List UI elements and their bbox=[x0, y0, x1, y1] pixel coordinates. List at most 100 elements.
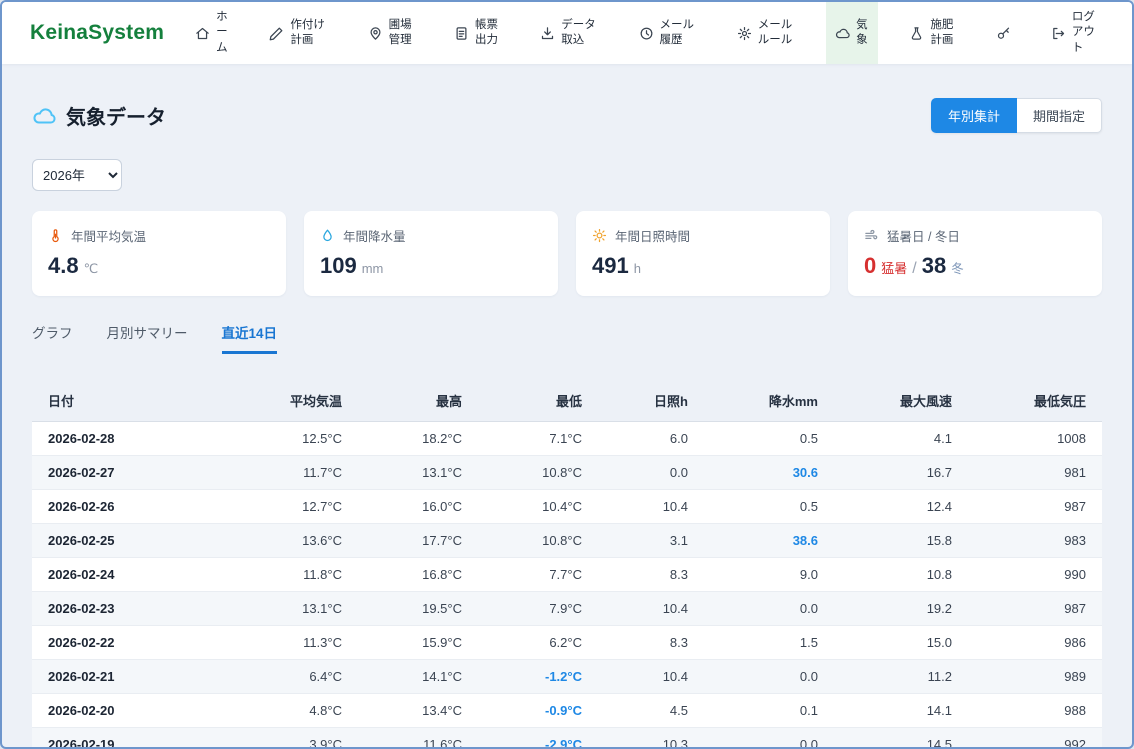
table-row: 2026-02-2612.7°C16.0°C10.4°C10.40.512.49… bbox=[32, 490, 1102, 524]
toggle-yearly-summary[interactable]: 年別集計 bbox=[931, 98, 1017, 133]
nav-item-label: データ取込 bbox=[561, 18, 598, 48]
column-header: 最高 bbox=[342, 385, 462, 422]
import-icon bbox=[540, 26, 555, 41]
cell-sun: 3.1 bbox=[582, 524, 688, 558]
gear-icon bbox=[737, 26, 752, 41]
nav-item-planting-plan[interactable]: 作付け計画 bbox=[260, 2, 336, 64]
cell-sun: 8.3 bbox=[582, 626, 688, 660]
cell-date: 2026-02-27 bbox=[32, 456, 222, 490]
cell-date: 2026-02-26 bbox=[32, 490, 222, 524]
cell-wind: 14.1 bbox=[818, 694, 952, 728]
page-header: 気象データ 年別集計 期間指定 bbox=[32, 64, 1102, 133]
column-header: 降水mm bbox=[688, 385, 818, 422]
stat-card-hot-cold-days: 猛暑日 / 冬日 0 猛暑 / 38 冬 bbox=[848, 211, 1102, 296]
nav-item-logout[interactable]: ログアウト bbox=[1042, 2, 1106, 64]
cell-sun: 4.5 bbox=[582, 694, 688, 728]
nav-item-mail-rules[interactable]: メールルール bbox=[728, 2, 804, 64]
separator: / bbox=[912, 260, 916, 278]
nav-item-label: 気象 bbox=[856, 18, 869, 48]
table-header-row: 日付平均気温最高最低日照h降水mm最大風速最低気圧 bbox=[32, 385, 1102, 422]
cell-min: 10.4°C bbox=[462, 490, 582, 524]
weather-cloud-icon bbox=[32, 104, 56, 128]
cell-sun: 10.4 bbox=[582, 490, 688, 524]
view-toggle: 年別集計 期間指定 bbox=[931, 98, 1102, 133]
cell-max: 11.6°C bbox=[342, 728, 462, 749]
nav-item-label: 施肥計画 bbox=[930, 18, 955, 48]
nav-item-report-output[interactable]: 帳票出力 bbox=[445, 2, 509, 64]
thermometer-icon bbox=[48, 228, 63, 243]
cell-max: 17.7°C bbox=[342, 524, 462, 558]
main-nav: ホーム 作付け計画 圃場管理 帳票出力 データ取込 メール履歴 bbox=[186, 2, 1106, 64]
stat-unit: h bbox=[634, 261, 641, 276]
cell-date: 2026-02-22 bbox=[32, 626, 222, 660]
document-icon bbox=[454, 26, 469, 41]
cell-pressure: 989 bbox=[952, 660, 1102, 694]
tab-recent-14-days[interactable]: 直近14日 bbox=[222, 322, 278, 354]
cell-min: 7.1°C bbox=[462, 422, 582, 456]
cell-sun: 0.0 bbox=[582, 456, 688, 490]
cell-avg: 12.7°C bbox=[222, 490, 342, 524]
cell-avg: 11.8°C bbox=[222, 558, 342, 592]
nav-item-label: メールルール bbox=[758, 18, 795, 48]
table-row: 2026-02-2812.5°C18.2°C7.1°C6.00.54.11008 bbox=[32, 422, 1102, 456]
cell-sun: 8.3 bbox=[582, 558, 688, 592]
nav-item-field-management[interactable]: 圃場管理 bbox=[359, 2, 423, 64]
table-row: 2026-02-2411.8°C16.8°C7.7°C8.39.010.8990 bbox=[32, 558, 1102, 592]
weather-table-body: 2026-02-2812.5°C18.2°C7.1°C6.00.54.11008… bbox=[32, 422, 1102, 749]
cell-avg: 13.6°C bbox=[222, 524, 342, 558]
nav-item-mail-history[interactable]: メール履歴 bbox=[630, 2, 706, 64]
year-select[interactable]: 2026年 bbox=[32, 159, 122, 191]
table-row: 2026-02-2211.3°C15.9°C6.2°C8.31.515.0986 bbox=[32, 626, 1102, 660]
cell-date: 2026-02-21 bbox=[32, 660, 222, 694]
cell-max: 18.2°C bbox=[342, 422, 462, 456]
stat-card-avg-temp: 年間平均気温 4.8 ℃ bbox=[32, 211, 286, 296]
cell-avg: 3.9°C bbox=[222, 728, 342, 749]
hot-days-label: 猛暑 bbox=[881, 258, 907, 277]
stat-label: 年間降水量 bbox=[343, 226, 406, 245]
wind-icon bbox=[864, 228, 879, 243]
table-row: 2026-02-2711.7°C13.1°C10.8°C0.030.616.79… bbox=[32, 456, 1102, 490]
nav-item-data-import[interactable]: データ取込 bbox=[531, 2, 607, 64]
cell-min: 7.9°C bbox=[462, 592, 582, 626]
cell-date: 2026-02-28 bbox=[32, 422, 222, 456]
cell-pressure: 986 bbox=[952, 626, 1102, 660]
flask-icon bbox=[909, 26, 924, 41]
table-row: 2026-02-193.9°C11.6°C-2.9°C10.30.014.599… bbox=[32, 728, 1102, 749]
weather-table: 日付平均気温最高最低日照h降水mm最大風速最低気圧 2026-02-2812.5… bbox=[32, 385, 1102, 749]
stat-unit: ℃ bbox=[84, 261, 99, 277]
stat-label: 猛暑日 / 冬日 bbox=[887, 226, 960, 245]
cell-avg: 11.3°C bbox=[222, 626, 342, 660]
cell-rain: 0.0 bbox=[688, 592, 818, 626]
cell-sun: 10.3 bbox=[582, 728, 688, 749]
cell-wind: 16.7 bbox=[818, 456, 952, 490]
droplet-icon bbox=[320, 228, 335, 243]
pencil-icon bbox=[269, 26, 284, 41]
stat-label: 年間平均気温 bbox=[71, 226, 146, 245]
cell-sun: 6.0 bbox=[582, 422, 688, 456]
key-icon bbox=[996, 26, 1011, 41]
stat-value: 4.8 bbox=[48, 253, 79, 279]
cold-days-label: 冬 bbox=[951, 258, 964, 277]
app-logo[interactable]: KeinaSystem bbox=[30, 21, 164, 45]
cell-min: -1.2°C bbox=[462, 660, 582, 694]
hot-days-value: 0 bbox=[864, 253, 876, 279]
nav-item-weather[interactable]: 気象 bbox=[826, 2, 878, 64]
cell-rain: 0.5 bbox=[688, 490, 818, 524]
cell-max: 13.4°C bbox=[342, 694, 462, 728]
home-icon bbox=[195, 26, 210, 41]
cell-wind: 4.1 bbox=[818, 422, 952, 456]
cell-date: 2026-02-19 bbox=[32, 728, 222, 749]
cell-pressure: 987 bbox=[952, 490, 1102, 524]
toggle-period-select[interactable]: 期間指定 bbox=[1017, 98, 1102, 133]
cell-pressure: 983 bbox=[952, 524, 1102, 558]
nav-item-home[interactable]: ホーム bbox=[186, 2, 238, 64]
cell-sun: 10.4 bbox=[582, 660, 688, 694]
content-tabs: グラフ 月別サマリー 直近14日 bbox=[32, 322, 1102, 354]
tab-monthly-summary[interactable]: 月別サマリー bbox=[107, 322, 188, 354]
cell-avg: 4.8°C bbox=[222, 694, 342, 728]
tab-graph[interactable]: グラフ bbox=[32, 322, 73, 354]
logout-icon bbox=[1051, 26, 1066, 41]
nav-item-fertilizer-plan[interactable]: 施肥計画 bbox=[900, 2, 964, 64]
password-key-button[interactable] bbox=[987, 2, 1020, 64]
column-header: 最低 bbox=[462, 385, 582, 422]
